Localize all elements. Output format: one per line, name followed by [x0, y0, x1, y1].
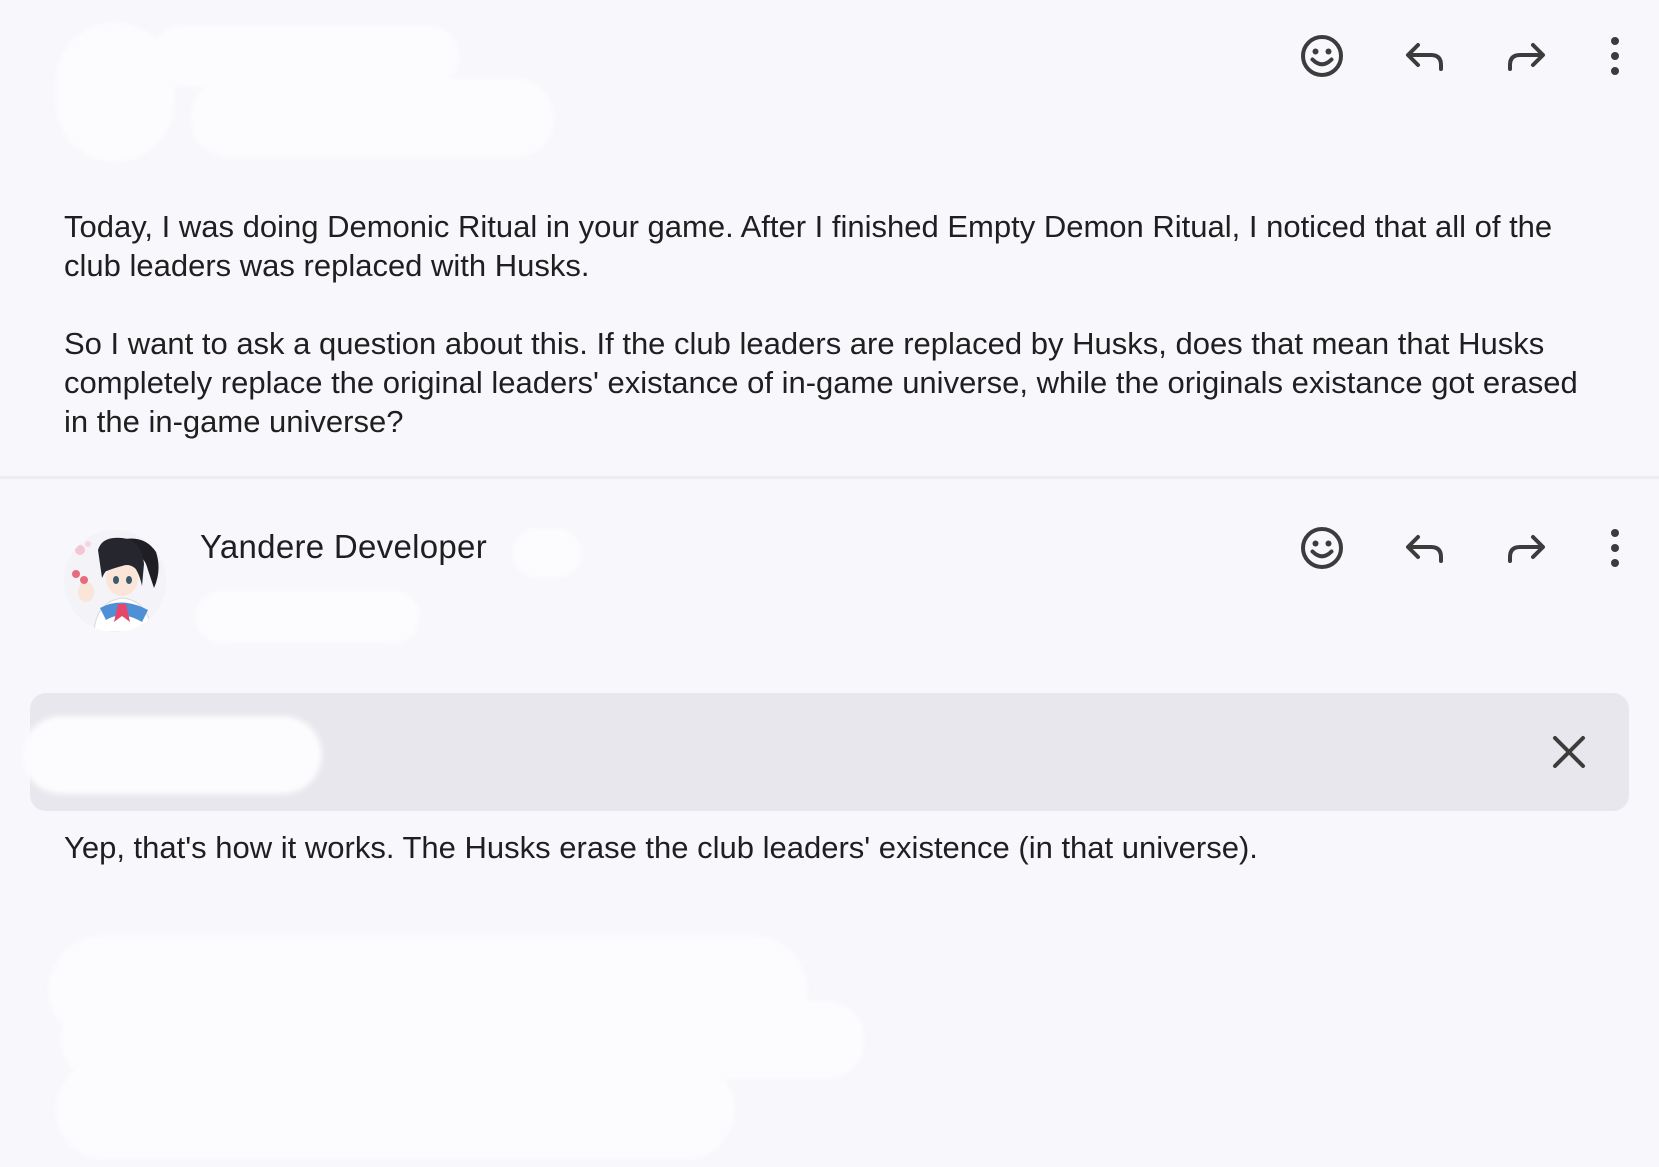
- emoji-reaction-button[interactable]: [1290, 24, 1354, 88]
- more-vertical-icon: [1611, 37, 1619, 75]
- redacted-signature: [55, 1060, 735, 1160]
- redacted-banner-text: [22, 716, 322, 794]
- reply-arrow-icon: [1406, 535, 1443, 563]
- smiley-face-icon: [1301, 35, 1343, 77]
- message-paragraph: So I want to ask a question about this. …: [64, 326, 1578, 439]
- smiley-face-icon: [1301, 527, 1343, 569]
- reply-text: Yep, that's how it works. The Husks eras…: [64, 830, 1258, 865]
- anime-character-avatar-icon: [64, 530, 166, 632]
- avatar[interactable]: [64, 530, 166, 632]
- close-icon: [1553, 736, 1585, 768]
- redacted-recipient-line: [195, 590, 420, 644]
- more-vertical-icon: [1611, 529, 1619, 567]
- message-paragraph: Today, I was doing Demonic Ritual in you…: [64, 209, 1553, 283]
- forward-button[interactable]: [1494, 516, 1558, 580]
- dismiss-banner-button[interactable]: [1537, 720, 1601, 784]
- more-options-button[interactable]: [1584, 24, 1646, 88]
- emoji-reaction-button[interactable]: [1290, 516, 1354, 580]
- forward-button[interactable]: [1494, 24, 1558, 88]
- forward-arrow-icon: [1508, 535, 1545, 563]
- reply-button[interactable]: [1393, 516, 1457, 580]
- message-divider: [0, 476, 1659, 479]
- more-options-button[interactable]: [1584, 516, 1646, 580]
- reply-button[interactable]: [1393, 24, 1457, 88]
- sender-name: Yandere Developer: [200, 528, 488, 565]
- redacted-sender-email: [512, 528, 582, 578]
- redacted-sender-details: [190, 78, 555, 158]
- reply-arrow-icon: [1406, 43, 1443, 71]
- forward-arrow-icon: [1508, 43, 1545, 71]
